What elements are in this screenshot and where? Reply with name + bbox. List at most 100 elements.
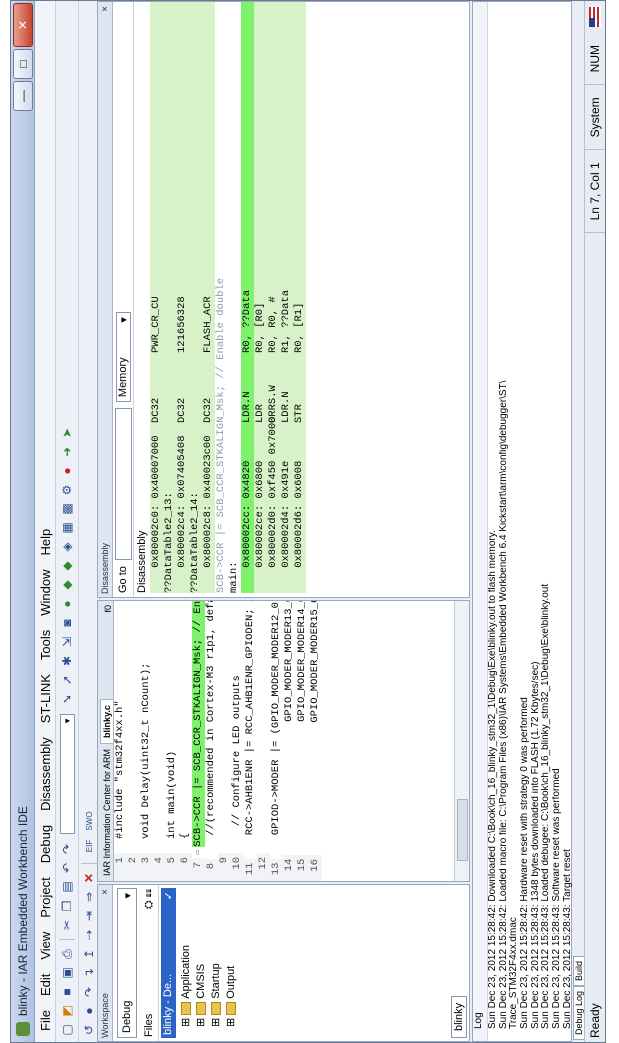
make-icon[interactable]: ● <box>59 596 75 612</box>
tree-item-application[interactable]: ⊞ Application <box>178 885 193 1041</box>
disassembly-row[interactable]: 0x80002d0: 0xf450 0x7000 ORRS.W R0, R0, # <box>267 2 280 593</box>
register-icon[interactable]: ⚙ <box>59 482 75 498</box>
expand-icon[interactable]: ⊞ <box>209 1018 222 1027</box>
scrollbar-thumb[interactable] <box>457 799 468 861</box>
disassembly-listing[interactable]: 0x80002c0: 0x40007000 DC32 PWR_CR_CU ??Data… <box>150 2 306 597</box>
debug-icon[interactable]: ◆ <box>59 558 75 574</box>
editor-horizontal-scrollbar[interactable] <box>454 601 469 881</box>
find-next-icon[interactable]: ✱ <box>59 653 75 669</box>
gutter[interactable] <box>296 842 309 855</box>
step-icon[interactable]: ➤ <box>59 425 75 441</box>
copy-icon[interactable]: ❐ <box>59 898 75 914</box>
stop-debugging-icon[interactable]: ✕ <box>81 870 97 886</box>
breakpoint-list-icon[interactable]: ▦ <box>59 520 75 536</box>
open-icon[interactable]: ◩ <box>59 1003 75 1019</box>
workspace-tab-blinky[interactable]: blinky <box>451 995 467 1038</box>
disassembly-row[interactable]: 0x80002d4: 0x491e LDR.N R1, ??Data <box>280 2 293 593</box>
goto-bar: Go to Memory ▾ <box>113 2 134 597</box>
menu-view[interactable]: View <box>38 925 53 967</box>
close-icon[interactable]: × <box>100 889 111 895</box>
tree-item-output[interactable]: ⊞ Output <box>223 885 238 1041</box>
step-into-icon[interactable]: ↴ <box>81 965 97 981</box>
close-button[interactable]: ✕ <box>12 3 33 47</box>
gutter[interactable] <box>127 839 140 853</box>
disassembly-row[interactable]: 0x80002d6: 0x6008 STR R0, [R1] <box>293 2 306 593</box>
code-editor[interactable]: 1 #include "stm32f4xx.h" 2 3 void Delay(uint… <box>114 601 453 881</box>
menu-window[interactable]: Window <box>38 562 53 622</box>
goto-input[interactable] <box>114 408 132 561</box>
settings-icon[interactable]: ⛭ ☷ <box>143 889 156 909</box>
menu-file[interactable]: File <box>38 1003 53 1038</box>
expand-icon[interactable]: ⊞ <box>194 1018 207 1027</box>
expand-icon[interactable]: ⊞ <box>224 1018 237 1027</box>
download-debug-icon[interactable]: ◆ <box>59 577 75 593</box>
function-nav[interactable]: f0 <box>103 601 113 613</box>
gutter[interactable] <box>244 848 257 859</box>
current-statement-arrow-icon[interactable]: ⇨ <box>192 847 205 858</box>
gutter[interactable] <box>309 842 322 855</box>
menu-edit[interactable]: Edit <box>38 967 53 1003</box>
disassembly-row[interactable]: 0x80002c0: 0x40007000 DC32 PWR_CR_CU <box>150 2 163 593</box>
gutter[interactable] <box>257 839 270 853</box>
go-to-icon[interactable]: ⇲ <box>59 634 75 650</box>
go-icon[interactable]: ⇒ <box>81 889 97 905</box>
tree-root-project[interactable]: blinky - De... ✓ <box>161 888 176 1038</box>
find-combo[interactable]: ▼ <box>59 714 75 834</box>
gutter[interactable] <box>140 839 153 853</box>
maximize-button[interactable]: □ <box>12 49 33 79</box>
print-icon[interactable]: ⎙ <box>59 946 75 962</box>
tree-item-startup[interactable]: ⊞ Startup <box>208 885 223 1041</box>
save-icon[interactable]: ■ <box>59 984 75 1000</box>
reset-icon[interactable]: ↺ <box>81 1022 97 1038</box>
gutter[interactable] <box>270 848 283 859</box>
cut-icon[interactable]: ✂ <box>59 917 75 933</box>
gutter[interactable] <box>153 839 166 853</box>
step-out-icon[interactable]: ↥ <box>81 946 97 962</box>
build-config-select[interactable]: Debug ▾ <box>117 888 137 1038</box>
disassembly-row[interactable]: 0x80002c4: 0x07405408 DC32 121656328 <box>176 2 189 593</box>
menu-disassembly[interactable]: Disassembly <box>38 730 53 818</box>
gutter[interactable] <box>283 842 296 855</box>
run-to-cursor-icon[interactable]: ⇥ <box>81 908 97 924</box>
disassembly-row[interactable]: 0x80002c8: 0x40023c00 DC32 FLASH_ACR <box>202 2 215 593</box>
save-all-icon[interactable]: ▣ <box>59 965 75 981</box>
gutter[interactable] <box>218 839 231 853</box>
find-icon[interactable]: ➚ <box>59 672 75 688</box>
tab-blinky-c[interactable]: blinky.c <box>100 699 113 744</box>
toggle-breakpoint-icon[interactable]: ◙ <box>59 615 75 631</box>
menu-debug[interactable]: Debug <box>38 818 53 870</box>
gutter[interactable] <box>205 848 218 859</box>
gutter[interactable] <box>231 839 244 853</box>
expand-icon[interactable]: ⊞ <box>179 1018 192 1027</box>
disassembly-row[interactable]: 0x80002ce: 0x6800 LDR R0, [R0] <box>254 2 267 593</box>
redo-icon[interactable]: ↷ <box>59 841 75 857</box>
disassembly-row[interactable]: 0x80002cc: 0x4820 LDR.N R0, ??Data <box>241 2 254 593</box>
minimize-button[interactable]: — <box>12 81 33 111</box>
next-statement-icon[interactable]: ⇢ <box>81 927 97 943</box>
tree-item-cmsis[interactable]: ⊞ CMSIS <box>193 885 208 1041</box>
gutter[interactable] <box>166 839 179 853</box>
tab-info-center[interactable]: IAR Information Center for ARM <box>101 744 113 881</box>
memory-select[interactable]: Memory ▾ <box>115 312 131 403</box>
bookmark-icon[interactable]: ➘ <box>59 691 75 707</box>
disassembly-row[interactable]: ??DataTable2_14: <box>189 2 202 593</box>
close-icon[interactable]: × <box>100 6 111 12</box>
step-over-icon[interactable]: ↷ <box>81 984 97 1000</box>
disassembly-row[interactable]: ??DataTable2_13: <box>163 2 176 593</box>
disassembly-row[interactable]: main: <box>228 2 241 593</box>
menu-project[interactable]: Project <box>38 870 53 924</box>
gutter[interactable] <box>114 839 127 853</box>
gutter[interactable] <box>179 839 192 853</box>
memory-icon[interactable]: ▩ <box>59 501 75 517</box>
stop-debug-icon[interactable]: ● <box>59 463 75 479</box>
undo-icon[interactable]: ↶ <box>59 860 75 876</box>
stop-build-icon[interactable]: ◈ <box>59 539 75 555</box>
run-icon[interactable]: ➜ <box>59 444 75 460</box>
new-file-icon[interactable]: ▢ <box>59 1022 75 1038</box>
menu-st-link[interactable]: ST-LINK <box>38 667 53 730</box>
menu-help[interactable]: Help <box>38 522 53 563</box>
disassembly-row[interactable]: SCB->CCR |= SCB_CCR_STKALIGN_Msk; // Ena… <box>215 2 228 593</box>
menu-tools[interactable]: Tools <box>38 623 53 667</box>
break-icon[interactable]: ● <box>81 1003 97 1019</box>
paste-icon[interactable]: ▤ <box>59 879 75 895</box>
